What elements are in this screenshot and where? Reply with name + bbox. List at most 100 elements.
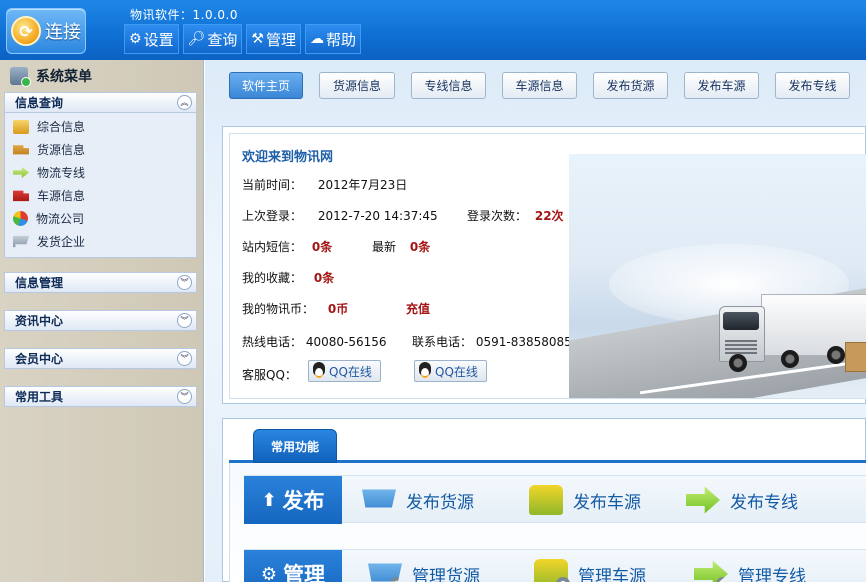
database-icon <box>10 67 31 87</box>
sidebar-item-label: 综合信息 <box>37 120 86 134</box>
qq-icon <box>311 362 327 380</box>
group-member: 会员中心 ︾ <box>4 348 197 369</box>
sidebar-item-shippers[interactable]: 发货企业 <box>5 230 196 253</box>
cart-icon <box>362 489 396 508</box>
arrow-right-icon <box>694 560 728 582</box>
sidebar-item-lines[interactable]: 物流专线 <box>5 161 196 184</box>
manage-vehicle-button[interactable]: 管理车源 <box>534 550 646 582</box>
chevron-down-icon[interactable]: ︾ <box>177 389 192 404</box>
tab-vehicle-info[interactable]: 车源信息 <box>502 72 577 99</box>
qq-online-button-1[interactable]: QQ在线 <box>308 360 381 382</box>
connect-label: 连接 <box>45 22 81 43</box>
last-login-row: 上次登录： 2012-7-20 14:37:45 <box>242 207 438 224</box>
chevron-down-icon[interactable]: ︾ <box>177 313 192 328</box>
top-bar: ⟳ 连接 物讯软件：1.0.0.0 ⚙ 设置 🔎︎ 查询 ⚒ 管理 ☁ 帮助 <box>0 0 866 60</box>
contact-row: 联系电话： 0591-83858085 <box>412 333 572 350</box>
tab-home[interactable]: 软件主页 <box>229 72 303 99</box>
func-box: ⬆ 发布 发布货源 发布车源 发布专线 ⚙ 管理 管理货源 管理车源 管理专线 <box>229 463 866 582</box>
gear-icon <box>716 577 728 582</box>
login-count-value: 22次 <box>534 209 564 223</box>
chevron-down-icon[interactable]: ︾ <box>177 351 192 366</box>
sidebar-item-label: 物流公司 <box>36 212 85 226</box>
qq-button-label: QQ在线 <box>329 364 372 379</box>
sidebar: 系统菜单 信息查询 ︽ 综合信息 货源信息 物流专线 车源信息 物流公司 发货企… <box>0 60 204 582</box>
main-content: 软件主页 货源信息 专线信息 车源信息 发布货源 发布车源 发布专线 欢迎来到物… <box>205 60 866 582</box>
publish-vehicle-button[interactable]: 发布车源 <box>529 476 641 524</box>
tab-common-functions[interactable]: 常用功能 <box>253 429 337 463</box>
gear-icon <box>390 577 402 582</box>
tab-publish-cargo[interactable]: 发布货源 <box>593 72 668 99</box>
login-count-row: 登录次数： 22次 <box>467 207 564 224</box>
group-header-news[interactable]: 资讯中心 ︾ <box>4 310 197 331</box>
sidebar-title-label: 系统菜单 <box>36 69 92 85</box>
menu-manage[interactable]: ⚒ 管理 <box>246 24 301 54</box>
group-label: 会员中心 <box>15 352 64 366</box>
qq-icon <box>417 362 433 380</box>
publish-cargo-label: 发布货源 <box>406 492 474 513</box>
pie-icon <box>13 211 28 226</box>
sidebar-item-vehicles[interactable]: 车源信息 <box>5 184 196 207</box>
publish-label: 发布 <box>282 489 325 513</box>
group-header-member[interactable]: 会员中心 ︾ <box>4 348 197 369</box>
qq-label: 客服QQ： <box>242 368 297 382</box>
sidebar-item-label: 发货企业 <box>37 235 86 249</box>
common-functions-panel: 常用功能 ⬆ 发布 发布货源 发布车源 发布专线 ⚙ 管理 管理货源 管理车源 … <box>222 418 866 582</box>
tab-line-info[interactable]: 专线信息 <box>411 72 486 99</box>
sidebar-item-label: 车源信息 <box>37 189 86 203</box>
group-news: 资讯中心 ︾ <box>4 310 197 331</box>
current-time-label: 当前时间： <box>242 178 303 192</box>
favorites-row: 我的收藏： 0条 <box>242 269 334 286</box>
group-header-info-query[interactable]: 信息查询 ︽ <box>4 92 197 113</box>
sidebar-item-overview[interactable]: 综合信息 <box>5 115 196 138</box>
van-icon <box>529 485 563 515</box>
menu-search-label: 查询 <box>207 30 238 49</box>
tab-cargo-info[interactable]: 货源信息 <box>319 72 395 99</box>
qq-online-button-2[interactable]: QQ在线 <box>414 360 487 382</box>
manage-vehicle-label: 管理车源 <box>578 566 646 582</box>
newest-row: 最新 0条 <box>372 238 430 255</box>
publish-line-button[interactable]: 发布专线 <box>686 476 798 524</box>
group-info-query: 信息查询 ︽ 综合信息 货源信息 物流专线 车源信息 物流公司 发货企业 <box>4 92 197 258</box>
last-login-value: 2012-7-20 14:37:45 <box>317 209 438 223</box>
connect-button[interactable]: ⟳ 连接 <box>6 8 86 54</box>
gear-icon: ⚙ <box>260 563 278 582</box>
sidebar-item-companies[interactable]: 物流公司 <box>5 207 196 230</box>
contact-label: 联系电话： <box>412 335 473 349</box>
group-label: 信息查询 <box>15 96 64 110</box>
login-count-label: 登录次数： <box>467 209 528 223</box>
manage-band-label: ⚙ 管理 <box>244 550 342 582</box>
truck-grille <box>725 340 757 354</box>
manage-line-label: 管理专线 <box>738 566 806 582</box>
publish-cargo-button[interactable]: 发布货源 <box>362 476 474 524</box>
publish-line-label: 发布专线 <box>730 492 798 513</box>
truck-wheel <box>827 346 845 364</box>
group-header-tools[interactable]: 常用工具 ︾ <box>4 386 197 407</box>
tab-publish-line[interactable]: 发布专线 <box>775 72 850 99</box>
group-header-info-manage[interactable]: 信息管理 ︾ <box>4 272 197 293</box>
coin-label: 我的物讯币： <box>242 302 315 316</box>
favorites-value[interactable]: 0条 <box>314 271 334 285</box>
recharge-label[interactable]: 充值 <box>406 302 430 316</box>
manage-line-button[interactable]: 管理专线 <box>694 550 806 582</box>
publish-band-label: ⬆ 发布 <box>244 476 342 524</box>
menu-settings[interactable]: ⚙ 设置 <box>124 24 179 54</box>
search-icon: 🔎︎ <box>187 31 206 47</box>
boxes-icon <box>13 119 29 134</box>
tools-icon: ⚒ <box>251 31 264 47</box>
menu-help[interactable]: ☁ 帮助 <box>304 24 361 54</box>
sms-value[interactable]: 0条 <box>312 240 332 254</box>
truck-wheel <box>781 350 799 368</box>
sidebar-title: 系统菜单 <box>0 60 203 92</box>
chevron-up-icon[interactable]: ︽ <box>177 95 192 110</box>
menu-help-label: 帮助 <box>325 30 356 49</box>
newest-value[interactable]: 0条 <box>410 240 430 254</box>
arrow-icon <box>13 166 29 179</box>
chevron-down-icon[interactable]: ︾ <box>177 275 192 290</box>
sidebar-item-cargo[interactable]: 货源信息 <box>5 138 196 161</box>
menu-search[interactable]: 🔎︎ 查询 <box>182 24 243 54</box>
manage-cargo-button[interactable]: 管理货源 <box>368 550 480 582</box>
cart-icon <box>368 563 402 582</box>
current-time-row: 当前时间： 2012年7月23日 <box>242 176 407 193</box>
tab-publish-vehicle[interactable]: 发布车源 <box>684 72 759 99</box>
recharge-link[interactable]: 充值 <box>406 300 430 317</box>
